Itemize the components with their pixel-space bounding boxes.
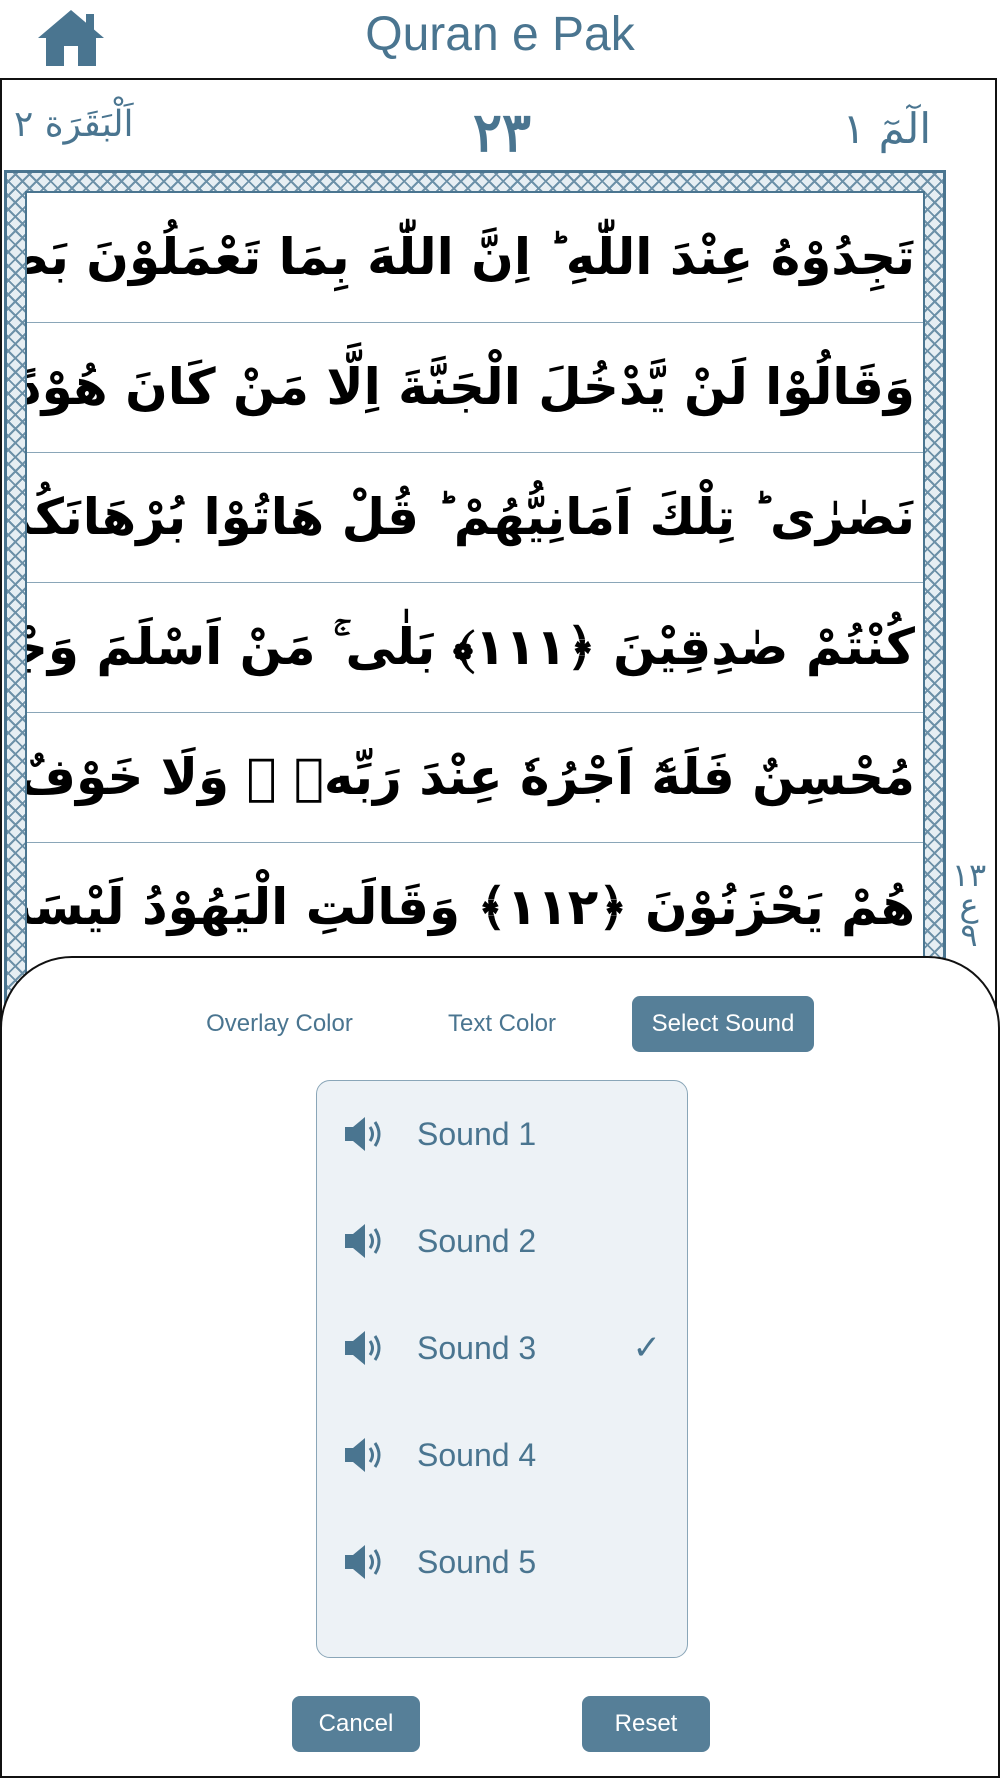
verse-line: وَقَالُوْا لَنْ يَّدْخُلَ الْجَنَّةَ اِل… [27, 323, 923, 453]
ruku-margin-mark: ١٣ ع ٩ [951, 856, 987, 954]
tab-text-color[interactable]: Text Color [432, 996, 572, 1052]
app-title: Quran e Pak [365, 8, 635, 61]
verse-line: مُحْسِنٌ فَلَهٗٓ اَجْرُهٗ عِنْدَ رَبِّهٖ… [27, 713, 923, 843]
sound-label: Sound 1 [417, 1116, 537, 1152]
sound-label: Sound 4 [417, 1437, 537, 1473]
tab-overlay-color[interactable]: Overlay Color [197, 996, 362, 1052]
sound-list: Sound 1 Sound 2 Sound 3 ✓ Sound 4 Sound … [316, 1080, 688, 1658]
speaker-icon [345, 1224, 381, 1258]
sound-item-3[interactable]: Sound 3 ✓ [317, 1295, 687, 1402]
sound-item-2[interactable]: Sound 2 [317, 1188, 687, 1295]
cancel-button[interactable]: Cancel [292, 1696, 420, 1752]
para-name: الٓمٓ ١ [842, 104, 931, 153]
settings-sheet: Overlay Color Text Color Select Sound So… [0, 956, 1000, 1778]
speaker-icon [345, 1545, 381, 1579]
checkmark-icon: ✓ [632, 1328, 662, 1368]
sound-item-5[interactable]: Sound 5 [317, 1509, 687, 1616]
sound-label: Sound 5 [417, 1544, 537, 1580]
verse-line: نَصٰرٰى ؕ تِلْكَ اَمَانِيُّهُمْ ؕ قُلْ ه… [27, 453, 923, 583]
sound-item-1[interactable]: Sound 1 [317, 1081, 687, 1188]
sound-item-4[interactable]: Sound 4 [317, 1402, 687, 1509]
reset-button[interactable]: Reset [582, 1696, 710, 1752]
sound-label: Sound 3 [417, 1330, 537, 1366]
verse-line: كُنْتُمْ صٰدِقِيْنَ ﴿١١١﴾ بَلٰى ۚ مَنْ ا… [27, 583, 923, 713]
tab-select-sound[interactable]: Select Sound [632, 996, 814, 1052]
speaker-icon [345, 1117, 381, 1151]
speaker-icon [345, 1438, 381, 1472]
verse-line: هُمْ يَحْزَنُوْنَ ﴿١١٢﴾ وَقَالَتِ الْيَه… [27, 843, 923, 973]
sound-label: Sound 2 [417, 1223, 537, 1259]
verse-line: تَجِدُوْهُ عِنْدَ اللّٰهِ ؕ اِنَّ اللّٰه… [27, 193, 923, 323]
app-header: Quran e Pak [0, 0, 1000, 78]
speaker-icon [345, 1331, 381, 1365]
